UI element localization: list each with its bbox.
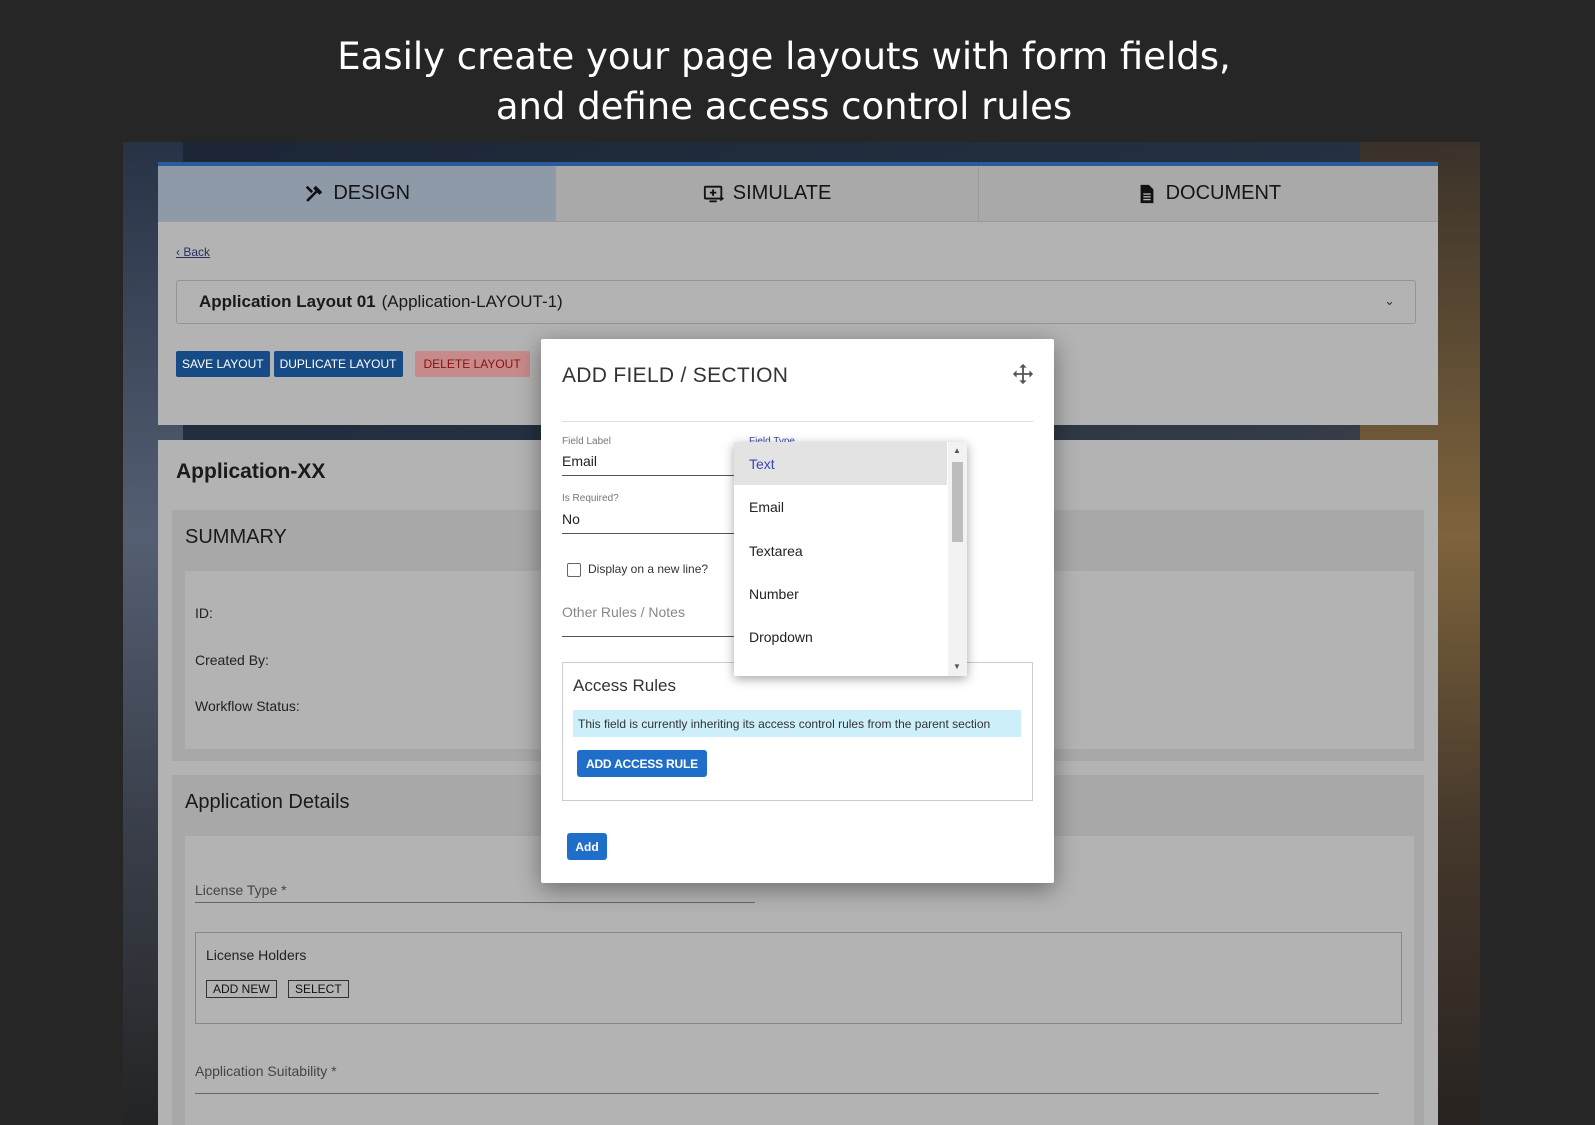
layout-select[interactable]: Application Layout 01 (Application-LAYOU…: [176, 280, 1416, 324]
new-line-checkbox[interactable]: [567, 563, 581, 577]
is-required-select[interactable]: No: [562, 511, 580, 527]
modal-divider: [562, 421, 1033, 422]
tab-design-label: DESIGN: [333, 182, 411, 204]
new-line-label: Display on a new line?: [588, 562, 709, 576]
field-type-option-dropdown[interactable]: Dropdown: [734, 615, 947, 658]
select-button[interactable]: SELECT: [288, 980, 349, 998]
is-required-underline: [562, 533, 737, 534]
field-label-input[interactable]: Email: [562, 453, 597, 469]
add-button[interactable]: Add: [567, 833, 607, 860]
access-rules-panel: Access Rules This field is currently inh…: [562, 662, 1033, 801]
move-icon[interactable]: [1012, 363, 1034, 385]
tab-document-label: DOCUMENT: [1165, 182, 1282, 204]
tab-bar: DESIGN SIMULATE DOCUMENT: [158, 166, 1438, 222]
layout-name: Application Layout 01: [199, 292, 376, 311]
simulate-screen-icon: [703, 185, 724, 202]
save-layout-button[interactable]: SAVE LAYOUT: [176, 351, 270, 377]
summary-created-by-label: Created By:: [195, 652, 269, 668]
layout-id: (Application-LAYOUT-1): [381, 292, 563, 311]
headline-line-1: Easily create your page layouts with for…: [337, 35, 1231, 78]
tab-document[interactable]: DOCUMENT: [978, 166, 1438, 221]
summary-id-label: ID:: [195, 605, 213, 621]
field-label-caption: Field Label: [562, 436, 611, 447]
application-suitability-field[interactable]: Application Suitability *: [195, 1063, 1379, 1094]
notes-input[interactable]: Other Rules / Notes: [562, 604, 685, 620]
scrollbar-thumb[interactable]: [952, 462, 963, 542]
application-title: Application-XX: [176, 460, 326, 483]
dropdown-scrollbar[interactable]: ▲ ▼: [948, 442, 967, 676]
access-rules-info: This field is currently inheriting its a…: [573, 710, 1021, 737]
add-new-button[interactable]: ADD NEW: [206, 980, 277, 998]
layout-button-row: SAVE LAYOUT DUPLICATE LAYOUT DELETE LAYO…: [176, 351, 530, 377]
headline: Easily create your page layouts with for…: [0, 32, 1568, 132]
is-required-caption: Is Required?: [562, 493, 619, 504]
field-label-underline: [562, 475, 737, 476]
field-type-option-text[interactable]: Text: [734, 442, 947, 485]
add-access-rule-button[interactable]: ADD ACCESS RULE: [577, 750, 707, 777]
duplicate-layout-button[interactable]: DUPLICATE LAYOUT: [273, 351, 403, 377]
field-type-dropdown: Text Email Textarea Number Dropdown ▲ ▼: [734, 442, 967, 676]
summary-heading: SUMMARY: [185, 526, 287, 548]
design-tools-icon: [306, 185, 323, 201]
tab-simulate-label: SIMULATE: [732, 182, 832, 204]
back-link[interactable]: ‹ Back: [176, 245, 210, 259]
delete-layout-button[interactable]: DELETE LAYOUT: [414, 351, 530, 377]
modal-title: ADD FIELD / SECTION: [562, 364, 789, 387]
access-rules-title: Access Rules: [573, 676, 676, 695]
license-holders-box: License Holders ADD NEW SELECT: [195, 932, 1402, 1024]
notes-underline: [562, 636, 737, 637]
application-details-heading: Application Details: [185, 791, 350, 813]
field-type-option-number[interactable]: Number: [734, 572, 947, 615]
field-type-option-email[interactable]: Email: [734, 485, 947, 528]
summary-workflow-status-label: Workflow Status:: [195, 698, 300, 714]
headline-line-2: and define access control rules: [495, 85, 1073, 128]
scroll-down-icon[interactable]: ▼: [953, 662, 961, 671]
license-type-field[interactable]: License Type *: [195, 882, 755, 903]
chevron-down-icon: ⌄: [1384, 293, 1395, 308]
document-icon: [1140, 184, 1153, 203]
scroll-up-icon[interactable]: ▲: [953, 446, 961, 455]
tab-simulate[interactable]: SIMULATE: [556, 166, 979, 221]
license-holders-label: License Holders: [206, 947, 307, 963]
tab-design[interactable]: DESIGN: [158, 166, 557, 221]
field-type-option-textarea[interactable]: Textarea: [734, 529, 947, 572]
